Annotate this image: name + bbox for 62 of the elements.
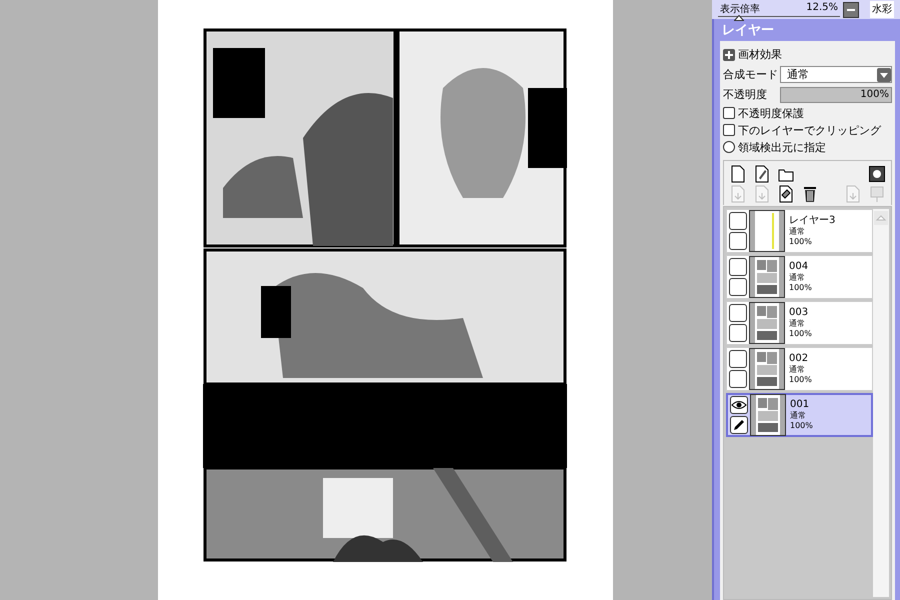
opacity-text: 100% [789,375,812,385]
pen-icon [732,418,746,432]
panel-title: レイヤー [721,22,775,40]
layer-name: レイヤー3 [789,215,836,227]
new-layer-icon[interactable] [730,165,746,183]
pen-page-icon[interactable] [754,165,770,183]
visibility-toggle[interactable] [730,396,748,414]
scrollbar[interactable] [873,209,889,597]
merge-icon [869,185,885,203]
blend-mode-text: 通常 [789,365,806,375]
panel-label: 水彩 [870,1,894,18]
layer-name: 004 [789,261,810,273]
checkbox[interactable] [723,124,735,136]
page-down-icon [845,185,861,203]
blend-mode-dropdown[interactable]: 通常 [780,66,892,83]
opacity-text: 100% [789,237,813,247]
layer-thumbnail [750,394,786,436]
visibility-toggle[interactable] [729,212,747,230]
option-label: 領域検出元に指定 [738,140,826,154]
blend-mode-text: 通常 [789,227,806,237]
effects-label: 画材効果 [738,47,782,62]
option-label: 下のレイヤーでクリッピング [738,122,881,138]
layer-row[interactable]: 001 通常 100% [726,393,873,437]
layer-name: 001 [790,399,810,411]
radio-button[interactable] [723,141,735,153]
lock-toggle[interactable] [730,416,748,434]
opacity-text: 100% [790,421,813,431]
layer-thumbnail [749,210,785,252]
lock-toggle[interactable] [729,324,747,342]
plus-icon[interactable] [723,48,735,60]
layer-row[interactable]: 002 通常 100% [726,347,873,391]
opacity-slider[interactable]: 100% [780,86,892,102]
layer-row[interactable]: 003 通常 100% [726,301,873,345]
page-down-icon [754,185,770,203]
eye-icon [731,399,747,411]
blend-mode-text: 通常 [789,319,806,329]
visibility-toggle[interactable] [729,304,747,322]
zoom-out-button[interactable] [843,2,859,18]
opacity-label: 不透明度 [723,87,768,102]
layer-name: 003 [789,307,810,319]
mask-icon[interactable] [869,166,885,182]
delete-icon[interactable] [802,185,818,203]
visibility-toggle[interactable] [729,258,747,276]
blend-mode-text: 通常 [789,273,806,283]
blend-mode-text: 通常 [790,411,807,421]
layer-row[interactable]: 004 通常 100% [726,255,873,299]
layer-row[interactable]: レイヤー3 通常 100% [726,209,873,253]
lock-toggle[interactable] [729,278,747,296]
visibility-toggle[interactable] [729,350,747,368]
blend-mode-label: 合成モード [723,67,777,82]
lock-toggle[interactable] [729,232,747,250]
layer-name: 002 [789,353,810,365]
page-down-icon [730,185,746,203]
lock-toggle[interactable] [729,370,747,388]
opacity-text: 100% [789,283,812,293]
layer-thumbnail [749,348,785,390]
option-label: 不透明度保護 [738,106,804,120]
eraser-page-icon[interactable] [778,185,794,203]
layer-thumbnail [749,302,785,344]
opacity-text: 100% [789,329,812,339]
checkbox[interactable] [723,107,735,119]
layer-thumbnail [749,256,785,298]
